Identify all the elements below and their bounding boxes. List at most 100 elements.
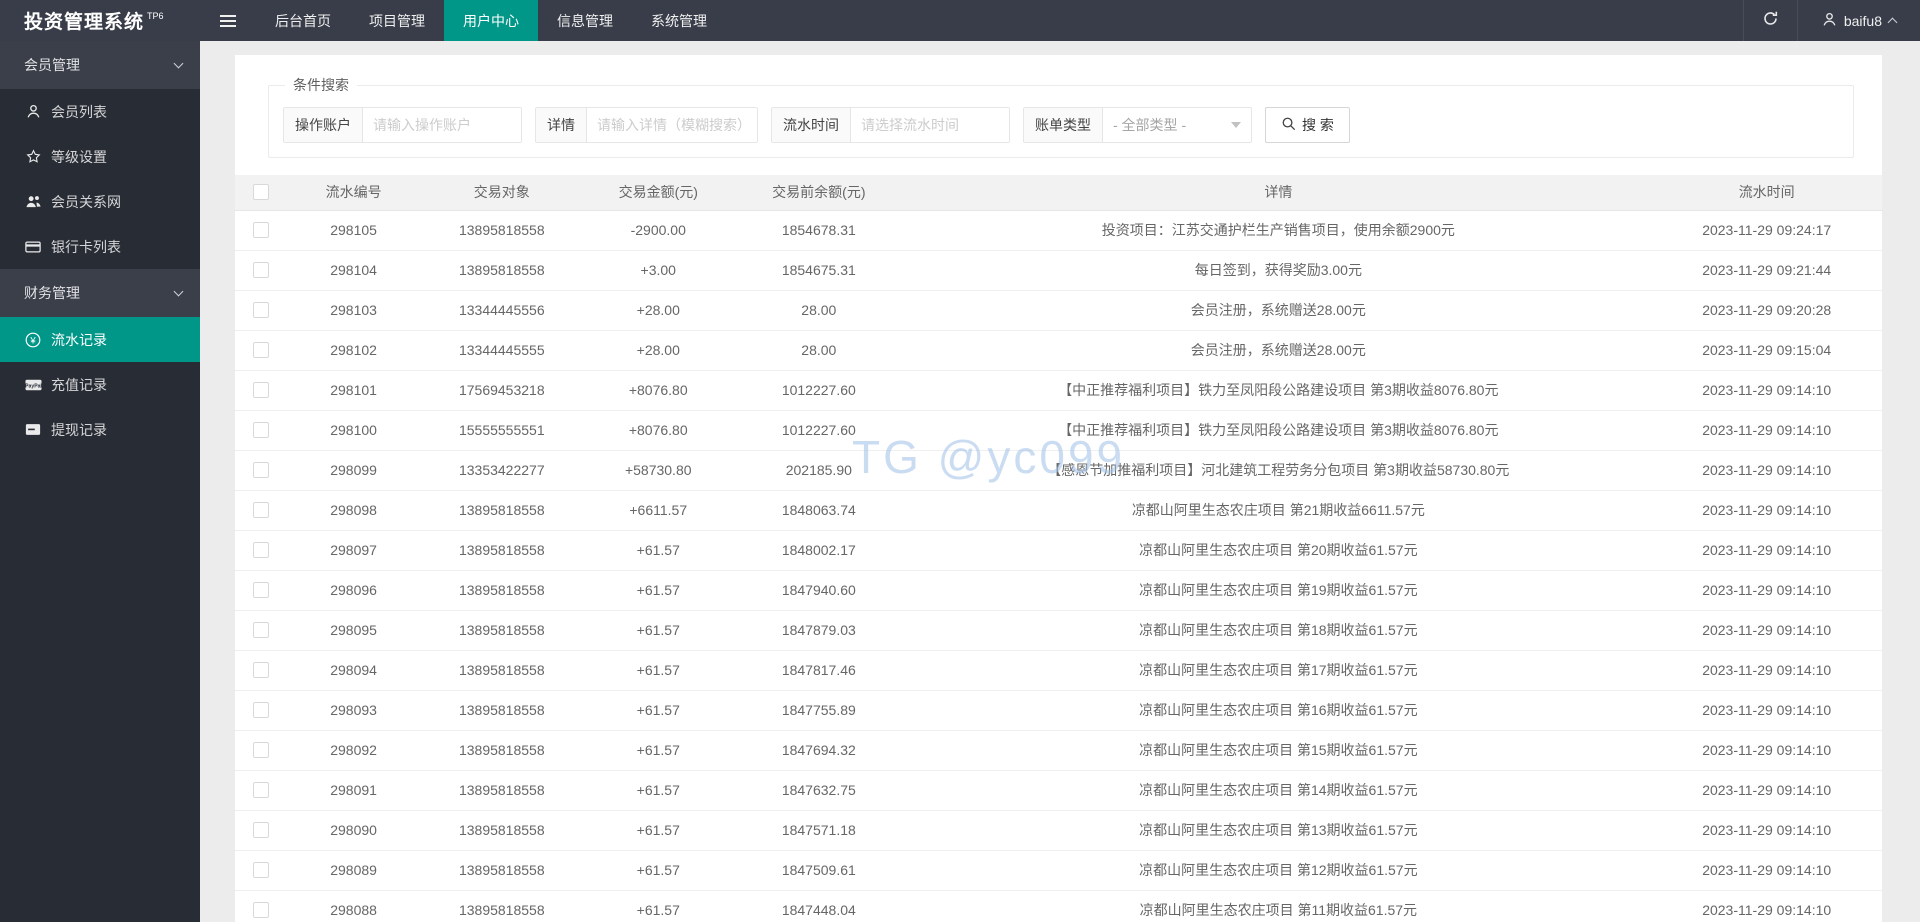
cell-amount: +8076.80 [584,370,733,411]
collapse-menu-button[interactable] [200,0,256,41]
row-checkbox[interactable] [253,462,270,478]
row-checkbox[interactable] [253,622,270,638]
cell-time: 2023-11-29 09:14:10 [1651,770,1882,811]
column-header-交易前余额(元): 交易前余额(元) [732,175,906,211]
table-row: 298104 13895818558 +3.00 1854675.31 每日签到，获得奖… [235,250,1882,291]
cell-balance-before: 1012227.60 [732,410,906,451]
cell-time: 2023-11-29 09:14:10 [1651,490,1882,531]
cell-amount: +28.00 [584,330,733,371]
cell-trade-target: 13344445556 [419,290,585,331]
account-field-label: 操作账户 [284,108,363,142]
tab-信息管理[interactable]: 信息管理 [538,0,632,41]
top-bar: 投资管理系统 TP6 后台首页 项目管理 用户中心 信息管理 系统管理 baifu8 [0,0,1920,41]
cell-balance-before: 1854675.31 [732,250,906,291]
cell-serial-number: 298105 [287,210,420,251]
row-checkbox[interactable] [253,262,270,278]
cell-balance-before: 1847940.60 [732,570,906,611]
row-checkbox[interactable] [253,702,270,718]
bill-type-select[interactable]: - 全部类型 - [1103,108,1251,142]
cell-amount: +61.57 [584,610,733,651]
search-button[interactable]: 搜 索 [1265,107,1350,143]
row-checkbox[interactable] [253,742,270,758]
detail-input[interactable] [587,108,757,142]
tab-后台首页[interactable]: 后台首页 [256,0,350,41]
row-checkbox[interactable] [253,502,270,518]
sidebar-item-流水记录[interactable]: ¥ 流水记录 [0,317,200,362]
row-checkbox[interactable] [253,822,270,838]
cell-serial-number: 298100 [287,410,420,451]
column-header-流水时间: 流水时间 [1651,175,1882,211]
sidebar-group-会员管理[interactable]: 会员管理 [0,41,200,89]
cell-detail: 凉都山阿里生态农庄项目 第18期收益61.57元 [905,610,1652,651]
table-row: 298090 13895818558 +61.57 1847571.18 凉都山阿里生态… [235,810,1882,851]
cell-trade-target: 15555555551 [419,410,585,451]
cell-trade-target: 13895818558 [419,850,585,891]
cell-detail: 【感恩节加推福利项目】河北建筑工程劳务分包项目 第3期收益58730.80元 [905,450,1652,491]
type-field-label: 账单类型 [1024,108,1103,142]
row-checkbox[interactable] [253,422,270,438]
row-checkbox[interactable] [253,582,270,598]
cell-balance-before: 1847694.32 [732,730,906,771]
star-icon [24,148,42,165]
sidebar-item-等级设置[interactable]: 等级设置 [0,134,200,179]
cell-detail: 【中正推荐福利项目】铁力至凤阳段公路建设项目 第3期收益8076.80元 [905,370,1652,411]
bill-type-selected-value: - 全部类型 - [1113,117,1187,133]
search-button-label: 搜 索 [1302,117,1334,133]
cell-detail: 投资项目：江苏交通护栏生产销售项目，使用余额2900元 [905,210,1652,251]
sidebar-item-会员列表[interactable]: 会员列表 [0,89,200,134]
row-checkbox[interactable] [253,222,270,238]
table-row: 298088 13895818558 +61.57 1847448.04 凉都山阿里生态… [235,890,1882,922]
cell-trade-target: 13895818558 [419,890,585,922]
cell-time: 2023-11-29 09:14:10 [1651,730,1882,771]
cell-time: 2023-11-29 09:14:10 [1651,610,1882,651]
column-header-详情: 详情 [905,175,1652,211]
cell-balance-before: 1847509.61 [732,850,906,891]
row-checkbox[interactable] [253,782,270,798]
tab-系统管理[interactable]: 系统管理 [632,0,726,41]
cell-detail: 【中正推荐福利项目】铁力至凤阳段公路建设项目 第3期收益8076.80元 [905,410,1652,451]
account-input[interactable] [363,108,521,142]
sidebar-item-label: 流水记录 [51,331,107,348]
sidebar-item-充值记录[interactable]: PayPal 充值记录 [0,362,200,407]
cell-time: 2023-11-29 09:14:10 [1651,810,1882,851]
time-input[interactable] [851,108,1009,142]
app-window: 投资管理系统 TP6 后台首页 项目管理 用户中心 信息管理 系统管理 baifu8 会… [0,0,1920,922]
table-row: 298089 13895818558 +61.57 1847509.61 凉都山阿里生态… [235,850,1882,891]
row-checkbox[interactable] [253,382,270,398]
select-all-checkbox[interactable] [253,184,270,201]
column-header-交易对象: 交易对象 [419,175,585,211]
row-checkbox[interactable] [253,542,270,558]
sidebar-item-label: 提现记录 [51,421,107,438]
cell-balance-before: 1847879.03 [732,610,906,651]
cell-time: 2023-11-29 09:14:10 [1651,650,1882,691]
tab-项目管理[interactable]: 项目管理 [350,0,444,41]
row-checkbox[interactable] [253,342,270,358]
row-checkbox[interactable] [253,862,270,878]
cell-time: 2023-11-29 09:14:10 [1651,370,1882,411]
refresh-button[interactable] [1742,0,1797,41]
app-title: 投资管理系统 [24,12,145,33]
table-row: 298102 13344445555 +28.00 28.00 会员注册，系统赠送28.… [235,330,1882,371]
sidebar-item-会员关系网[interactable]: 会员关系网 [0,179,200,224]
topbar-right: baifu8 [1742,0,1920,41]
row-checkbox[interactable] [253,662,270,678]
cell-trade-target: 13895818558 [419,770,585,811]
sidebar-item-提现记录[interactable]: 提现记录 [0,407,200,452]
sidebar-item-银行卡列表[interactable]: 银行卡列表 [0,224,200,269]
cell-amount: +61.57 [584,570,733,611]
cell-detail: 凉都山阿里生态农庄项目 第21期收益6611.57元 [905,490,1652,531]
users-icon [24,193,42,210]
table-row: 298103 13344445556 +28.00 28.00 会员注册，系统赠送28.… [235,290,1882,331]
row-checkbox[interactable] [253,302,270,318]
cell-time: 2023-11-29 09:14:10 [1651,690,1882,731]
tab-用户中心[interactable]: 用户中心 [444,0,538,41]
detail-field-label: 详情 [536,108,587,142]
row-checkbox[interactable] [253,902,270,918]
cell-serial-number: 298103 [287,290,420,331]
sidebar: 会员管理 会员列表 等级设置 会员关系网 银行卡列表 财务管理 ¥ 流水记录 PayPal 充值记… [0,41,200,922]
sidebar-group-财务管理[interactable]: 财务管理 [0,269,200,317]
table-row: 298101 17569453218 +8076.80 1012227.60 【中正推荐… [235,370,1882,411]
cell-balance-before: 1847755.89 [732,690,906,731]
user-menu[interactable]: baifu8 [1796,0,1920,41]
